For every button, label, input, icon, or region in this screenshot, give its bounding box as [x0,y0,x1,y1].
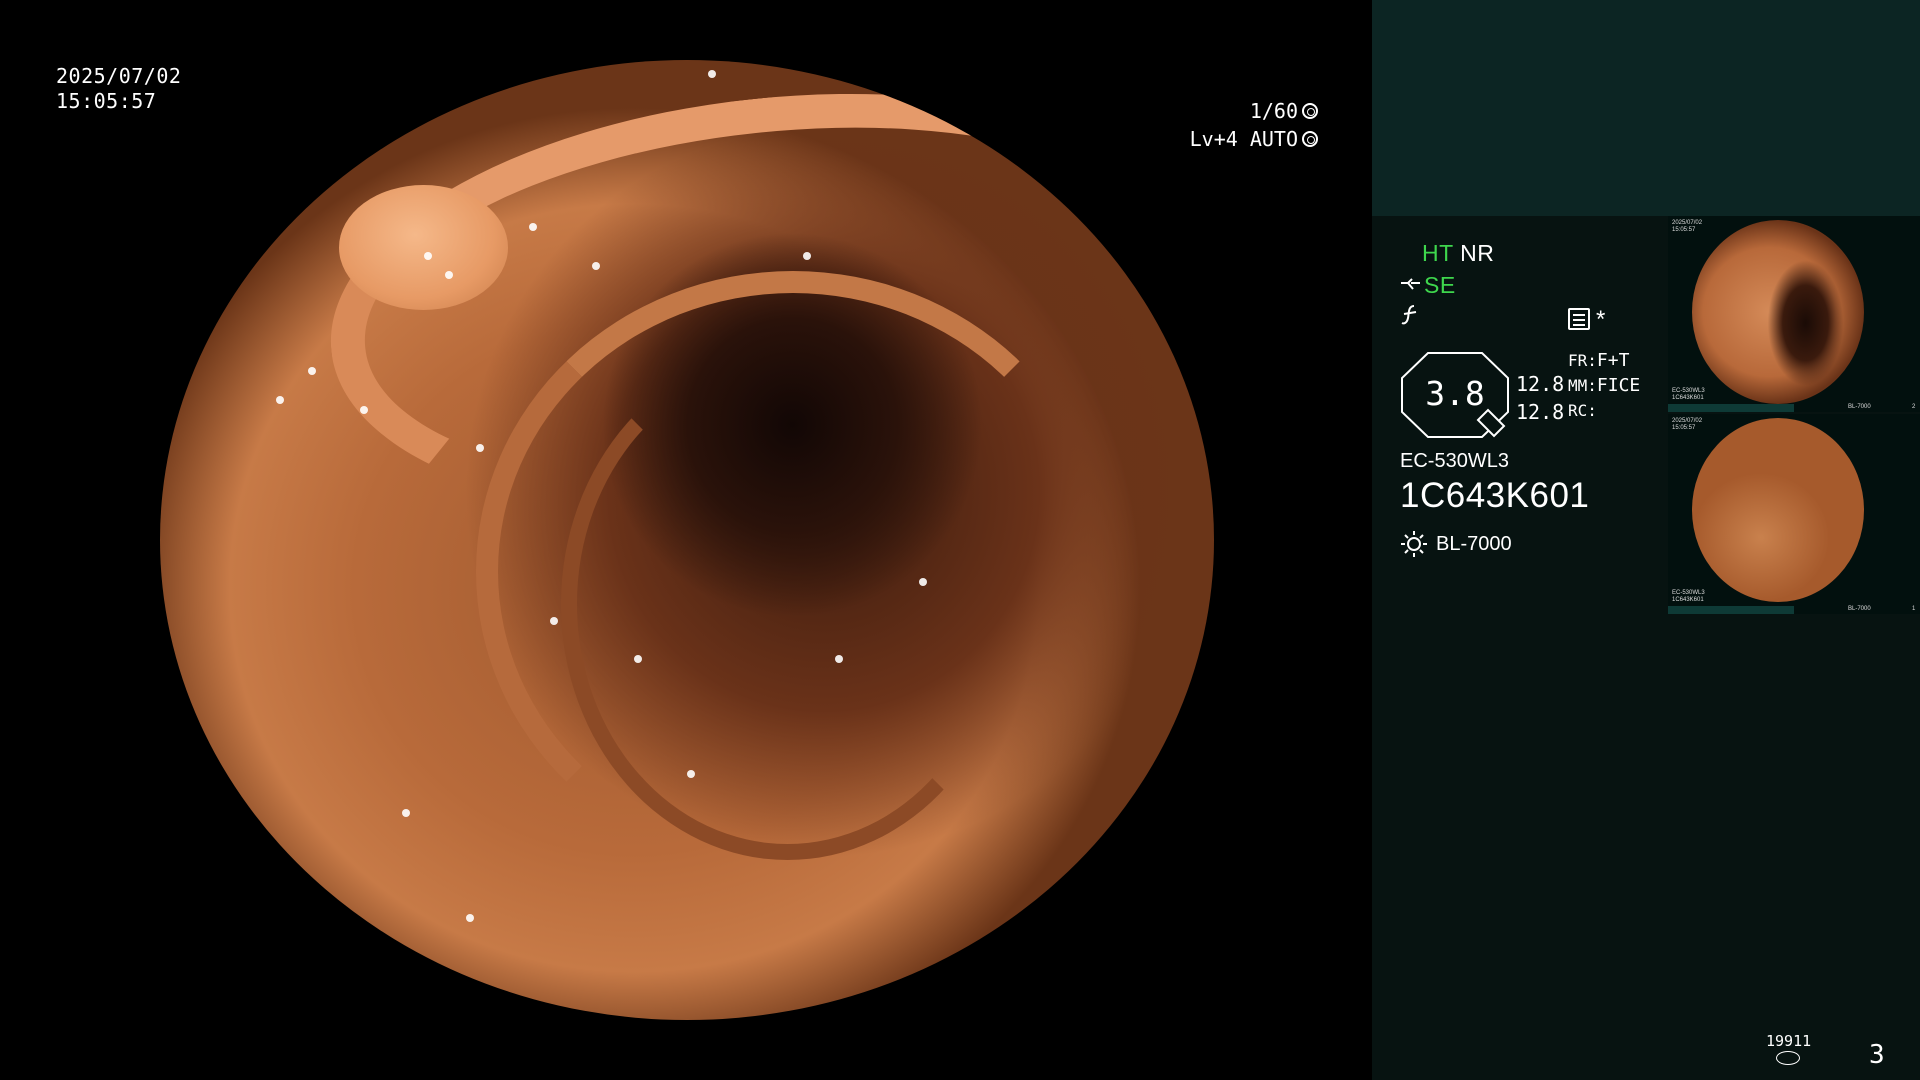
light-reflection [549,616,558,625]
scope-serial: 1C643K601 [1400,476,1590,515]
thumbnail-bar [1668,606,1794,614]
thumbnail-light: BL-7000 [1848,404,1871,410]
date-stamp: 2025/07/02 [56,64,182,88]
thumbnail-serial: 1C643K601 [1672,597,1704,603]
star-icon: * [1596,306,1606,333]
pump-icon [1401,277,1420,290]
thumbnail-serial: 1C643K601 [1672,395,1704,401]
light-reflection [708,69,717,78]
mm-row: MM:FICE [1568,373,1640,398]
thumbnail-time: 15:05:57 [1672,425,1696,431]
nr-indicator: NR [1460,240,1495,266]
thumbnail-index: 1 [1912,606,1916,612]
mm-key: MM: [1568,376,1597,395]
value-column: 12.8 12.8 [1516,370,1564,426]
iris-level-readout: Lv+4 AUTO [1190,127,1318,151]
light-reflection [465,914,474,923]
sun-icon [1401,531,1427,557]
thumbnail-light: BL-7000 [1848,606,1871,612]
page-number: 3 [1869,1040,1885,1070]
capture-thumbnail[interactable]: 2025/07/02 15:05:57 EC-530WL3 1C643K601 … [1668,216,1920,412]
fr-value: F+T [1596,350,1630,371]
thumbnail-image [1692,220,1864,404]
thumbnail-index: 2 [1912,404,1916,410]
light-reflection [423,252,432,260]
light-reflection [402,808,411,817]
thumbnail-time: 15:05:57 [1672,227,1696,233]
rc-key: RC: [1568,401,1597,420]
label-column: FR:F+T MM:FICE RC: [1568,348,1640,423]
se-indicator: SE [1424,272,1456,298]
shutter-icon [1302,103,1318,119]
mucosal-fold [560,348,1015,860]
light-reflection [592,261,601,270]
thumbnail-bar [1668,404,1794,412]
shutter-value: 1/60 [1249,99,1298,123]
endoscope-video-area: 2025/07/02 15:05:57 1/60 Lv+4 AUTO [0,0,1372,1080]
endoscopic-image [160,60,1214,1020]
value-2: 12.8 [1516,400,1565,424]
fr-key: FR: [1568,351,1597,370]
image-counter: 19911 [1766,1032,1812,1050]
scope-model: EC-530WL3 [1400,450,1509,472]
light-reflection [275,396,284,404]
structure-enhancement-row: SE [1400,272,1456,299]
menu-icon [1568,308,1590,330]
panel-header-area [1372,0,1920,216]
polyp [339,184,508,310]
thumbnail-model: EC-530WL3 [1672,590,1705,596]
light-reflection [360,405,369,414]
thumbnail-date: 2025/07/02 [1672,220,1703,226]
thumbnail-model: EC-530WL3 [1672,388,1705,394]
storage-icon [1776,1051,1800,1065]
shutter-readout: 1/60 [1250,99,1318,123]
zoom-badge: 3.8 [1400,350,1510,440]
rc-row: RC: [1568,398,1640,423]
light-reflection [834,655,843,664]
zoom-value: 3.8 [1425,374,1485,413]
mm-value: FICE [1596,375,1641,396]
light-source-label: BL-7000 [1436,532,1512,555]
function-icon [1401,305,1417,325]
iris-icon [1302,131,1318,147]
fr-row: FR:F+T [1568,348,1640,373]
thumbnail-date: 2025/07/02 [1672,418,1703,424]
light-reflection [307,367,316,376]
thumbnail-image [1692,418,1864,602]
capture-thumbnail[interactable]: 2025/07/02 15:05:57 EC-530WL3 1C643K601 … [1668,414,1920,614]
time-stamp: 15:05:57 [56,89,157,113]
level-value: Lv+4 AUTO [1189,127,1298,151]
enhancement-mode-row: HT NR [1422,240,1494,267]
ht-indicator: HT [1422,240,1454,266]
function-row [1400,304,1420,332]
light-source-row: BL-7000 [1400,530,1512,558]
light-reflection [802,252,811,260]
light-reflection [444,271,453,280]
value-1: 12.8 [1516,372,1565,396]
